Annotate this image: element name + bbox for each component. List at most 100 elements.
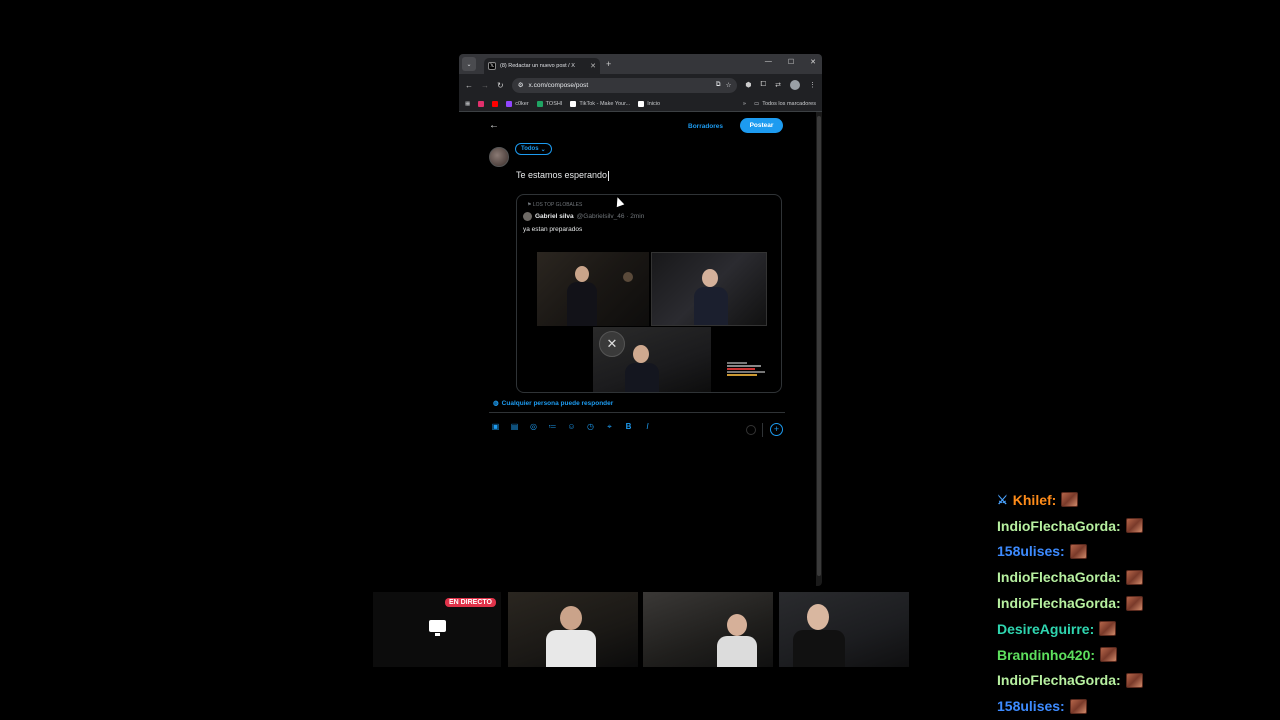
live-badge: EN DIRECTO — [444, 598, 496, 607]
tab-close-icon[interactable]: ✕ — [590, 62, 596, 70]
stream-chat: ⚔ Khilef: IndioFlechaGorda: 158ulises: I… — [997, 487, 1280, 719]
extension-shield-icon[interactable]: ⬢ — [745, 81, 751, 89]
poll-icon[interactable]: ≔ — [548, 422, 557, 432]
webcam-tile — [643, 592, 773, 667]
menu-icon[interactable]: ⋮ — [809, 81, 816, 89]
back-arrow-icon[interactable]: ← — [489, 120, 499, 131]
extensions-icon[interactable]: ⧠ — [761, 81, 767, 89]
tab-bar: ⌄ 𝕏 (8) Redactar un nuevo post / X ✕ + —… — [459, 54, 822, 74]
webcam-thumbnail — [537, 252, 649, 326]
stream-canvas: ⌄ 𝕏 (8) Redactar un nuevo post / X ✕ + —… — [0, 0, 1280, 720]
emote — [1099, 621, 1117, 637]
compose-textarea[interactable]: Te estamos esperando — [516, 170, 610, 181]
bookmark-toshi[interactable]: TOSHI — [536, 100, 562, 107]
text-caret — [608, 170, 610, 181]
bookmark-star-icon[interactable]: ☆ — [726, 81, 732, 89]
emote — [1069, 543, 1087, 559]
emote — [1061, 492, 1079, 508]
url-text: x.com/compose/post — [528, 81, 589, 89]
chevron-down-icon: ⌄ — [540, 146, 546, 153]
media-icon[interactable]: ▣ — [491, 422, 500, 432]
bookmark-youtube[interactable] — [492, 100, 499, 107]
youtube-icon — [492, 100, 499, 107]
character-count-ring — [746, 425, 756, 435]
site-info-icon[interactable]: ⚙ — [518, 81, 524, 89]
post-button[interactable]: Postear — [740, 118, 783, 133]
tiktok-icon — [570, 100, 577, 107]
gif-icon[interactable]: ▤ — [510, 422, 519, 432]
avatar[interactable] — [489, 147, 509, 167]
bookmarks-bar: ▦ c0ker TOSHI TikTok - Make Your... Inic… — [459, 96, 822, 112]
bookmarks-overflow-button[interactable]: » — [743, 101, 746, 107]
emote — [1125, 569, 1143, 585]
emote — [1125, 672, 1143, 688]
chat-message: IndioFlechaGorda: — [997, 564, 1280, 590]
chat-message: Brandinho420: — [997, 642, 1280, 668]
new-tab-button[interactable]: + — [606, 59, 611, 69]
schedule-icon[interactable]: ◷ — [586, 422, 595, 432]
x-icon — [638, 100, 645, 107]
emote — [1125, 595, 1143, 611]
chat-message: 158ulises: — [997, 693, 1280, 719]
bookmark-instagram[interactable] — [478, 100, 485, 107]
scrollbar[interactable] — [816, 112, 822, 586]
monitor-icon — [429, 620, 446, 636]
folder-icon: ▭ — [753, 100, 760, 107]
x-logo-icon: ✕ — [599, 331, 625, 357]
chat-message: DesireAguirre: — [997, 616, 1280, 642]
italic-icon[interactable]: I — [643, 422, 652, 432]
bold-icon[interactable]: B — [624, 422, 633, 432]
maximize-icon[interactable]: ☐ — [788, 58, 794, 66]
emote — [1069, 698, 1087, 714]
browser-window: ⌄ 𝕏 (8) Redactar un nuevo post / X ✕ + —… — [459, 54, 822, 586]
reload-icon[interactable]: ↻ — [497, 81, 504, 90]
webcam-thumbnail — [651, 252, 767, 326]
location-icon[interactable]: ⌖ — [605, 422, 614, 432]
install-app-icon[interactable]: ⧉ — [716, 81, 721, 89]
author-name: Gabriel silva — [535, 213, 574, 220]
add-post-button[interactable]: + — [770, 423, 783, 436]
author-handle-time: @Gabrielsilv_46 · 2min — [576, 213, 645, 220]
forward-icon[interactable]: → — [481, 81, 489, 90]
quoted-text: ya estan preparados — [523, 226, 583, 233]
quoted-post[interactable]: ⚑ LOS TOP GLOBALES Gabriel silva @Gabrie… — [516, 194, 782, 393]
globe-icon: ◍ — [493, 400, 499, 407]
chat-message: IndioFlechaGorda: — [997, 513, 1280, 539]
tab-search-button[interactable]: ⌄ — [462, 57, 476, 71]
emote — [1100, 647, 1118, 663]
instagram-icon — [478, 100, 485, 107]
emote — [1125, 518, 1143, 534]
grok-icon[interactable]: ◎ — [529, 422, 538, 432]
cast-icon[interactable]: ⇄ — [775, 81, 781, 89]
apps-icon[interactable]: ▦ — [465, 101, 470, 107]
address-bar[interactable]: ⚙ x.com/compose/post ⧉ ☆ — [511, 77, 738, 93]
chat-message: IndioFlechaGorda: — [997, 590, 1280, 616]
community-icon: ⚑ — [527, 202, 532, 208]
divider — [489, 412, 785, 413]
back-icon[interactable]: ← — [465, 81, 473, 90]
scrollbar-thumb[interactable] — [817, 116, 821, 576]
minimize-icon[interactable]: — — [765, 58, 772, 66]
sheets-icon — [536, 100, 543, 107]
stream-chat-thumbnail — [725, 359, 773, 392]
chat-message: IndioFlechaGorda: — [997, 668, 1280, 694]
close-window-icon[interactable]: ✕ — [810, 58, 816, 66]
tab-title: (8) Redactar un nuevo post / X — [500, 63, 575, 69]
reply-setting-button[interactable]: ◍ Cualquier persona puede responder — [493, 399, 613, 408]
bookmark-c0ker[interactable]: c0ker — [506, 100, 529, 107]
avatar — [523, 212, 532, 221]
profile-avatar[interactable] — [790, 80, 800, 90]
tab-compose[interactable]: 𝕏 (8) Redactar un nuevo post / X ✕ — [484, 58, 600, 74]
drafts-link[interactable]: Borradores — [688, 123, 723, 130]
all-bookmarks-folder[interactable]: ▭ Todos los marcadores — [754, 101, 816, 107]
emoji-icon[interactable]: ☺ — [567, 422, 576, 432]
twitch-icon — [506, 100, 513, 107]
screen-share-tile: EN DIRECTO — [373, 592, 501, 667]
divider — [762, 423, 763, 437]
bookmark-tiktok[interactable]: TikTok - Make Your... — [570, 100, 630, 107]
audience-selector[interactable]: Todos ⌄ — [515, 143, 552, 155]
bookmark-inicio[interactable]: Inicio — [638, 100, 660, 107]
quoted-media: ✕ — [527, 241, 777, 392]
sword-badge-icon: ⚔ — [997, 492, 1008, 507]
chat-message: 158ulises: — [997, 539, 1280, 565]
